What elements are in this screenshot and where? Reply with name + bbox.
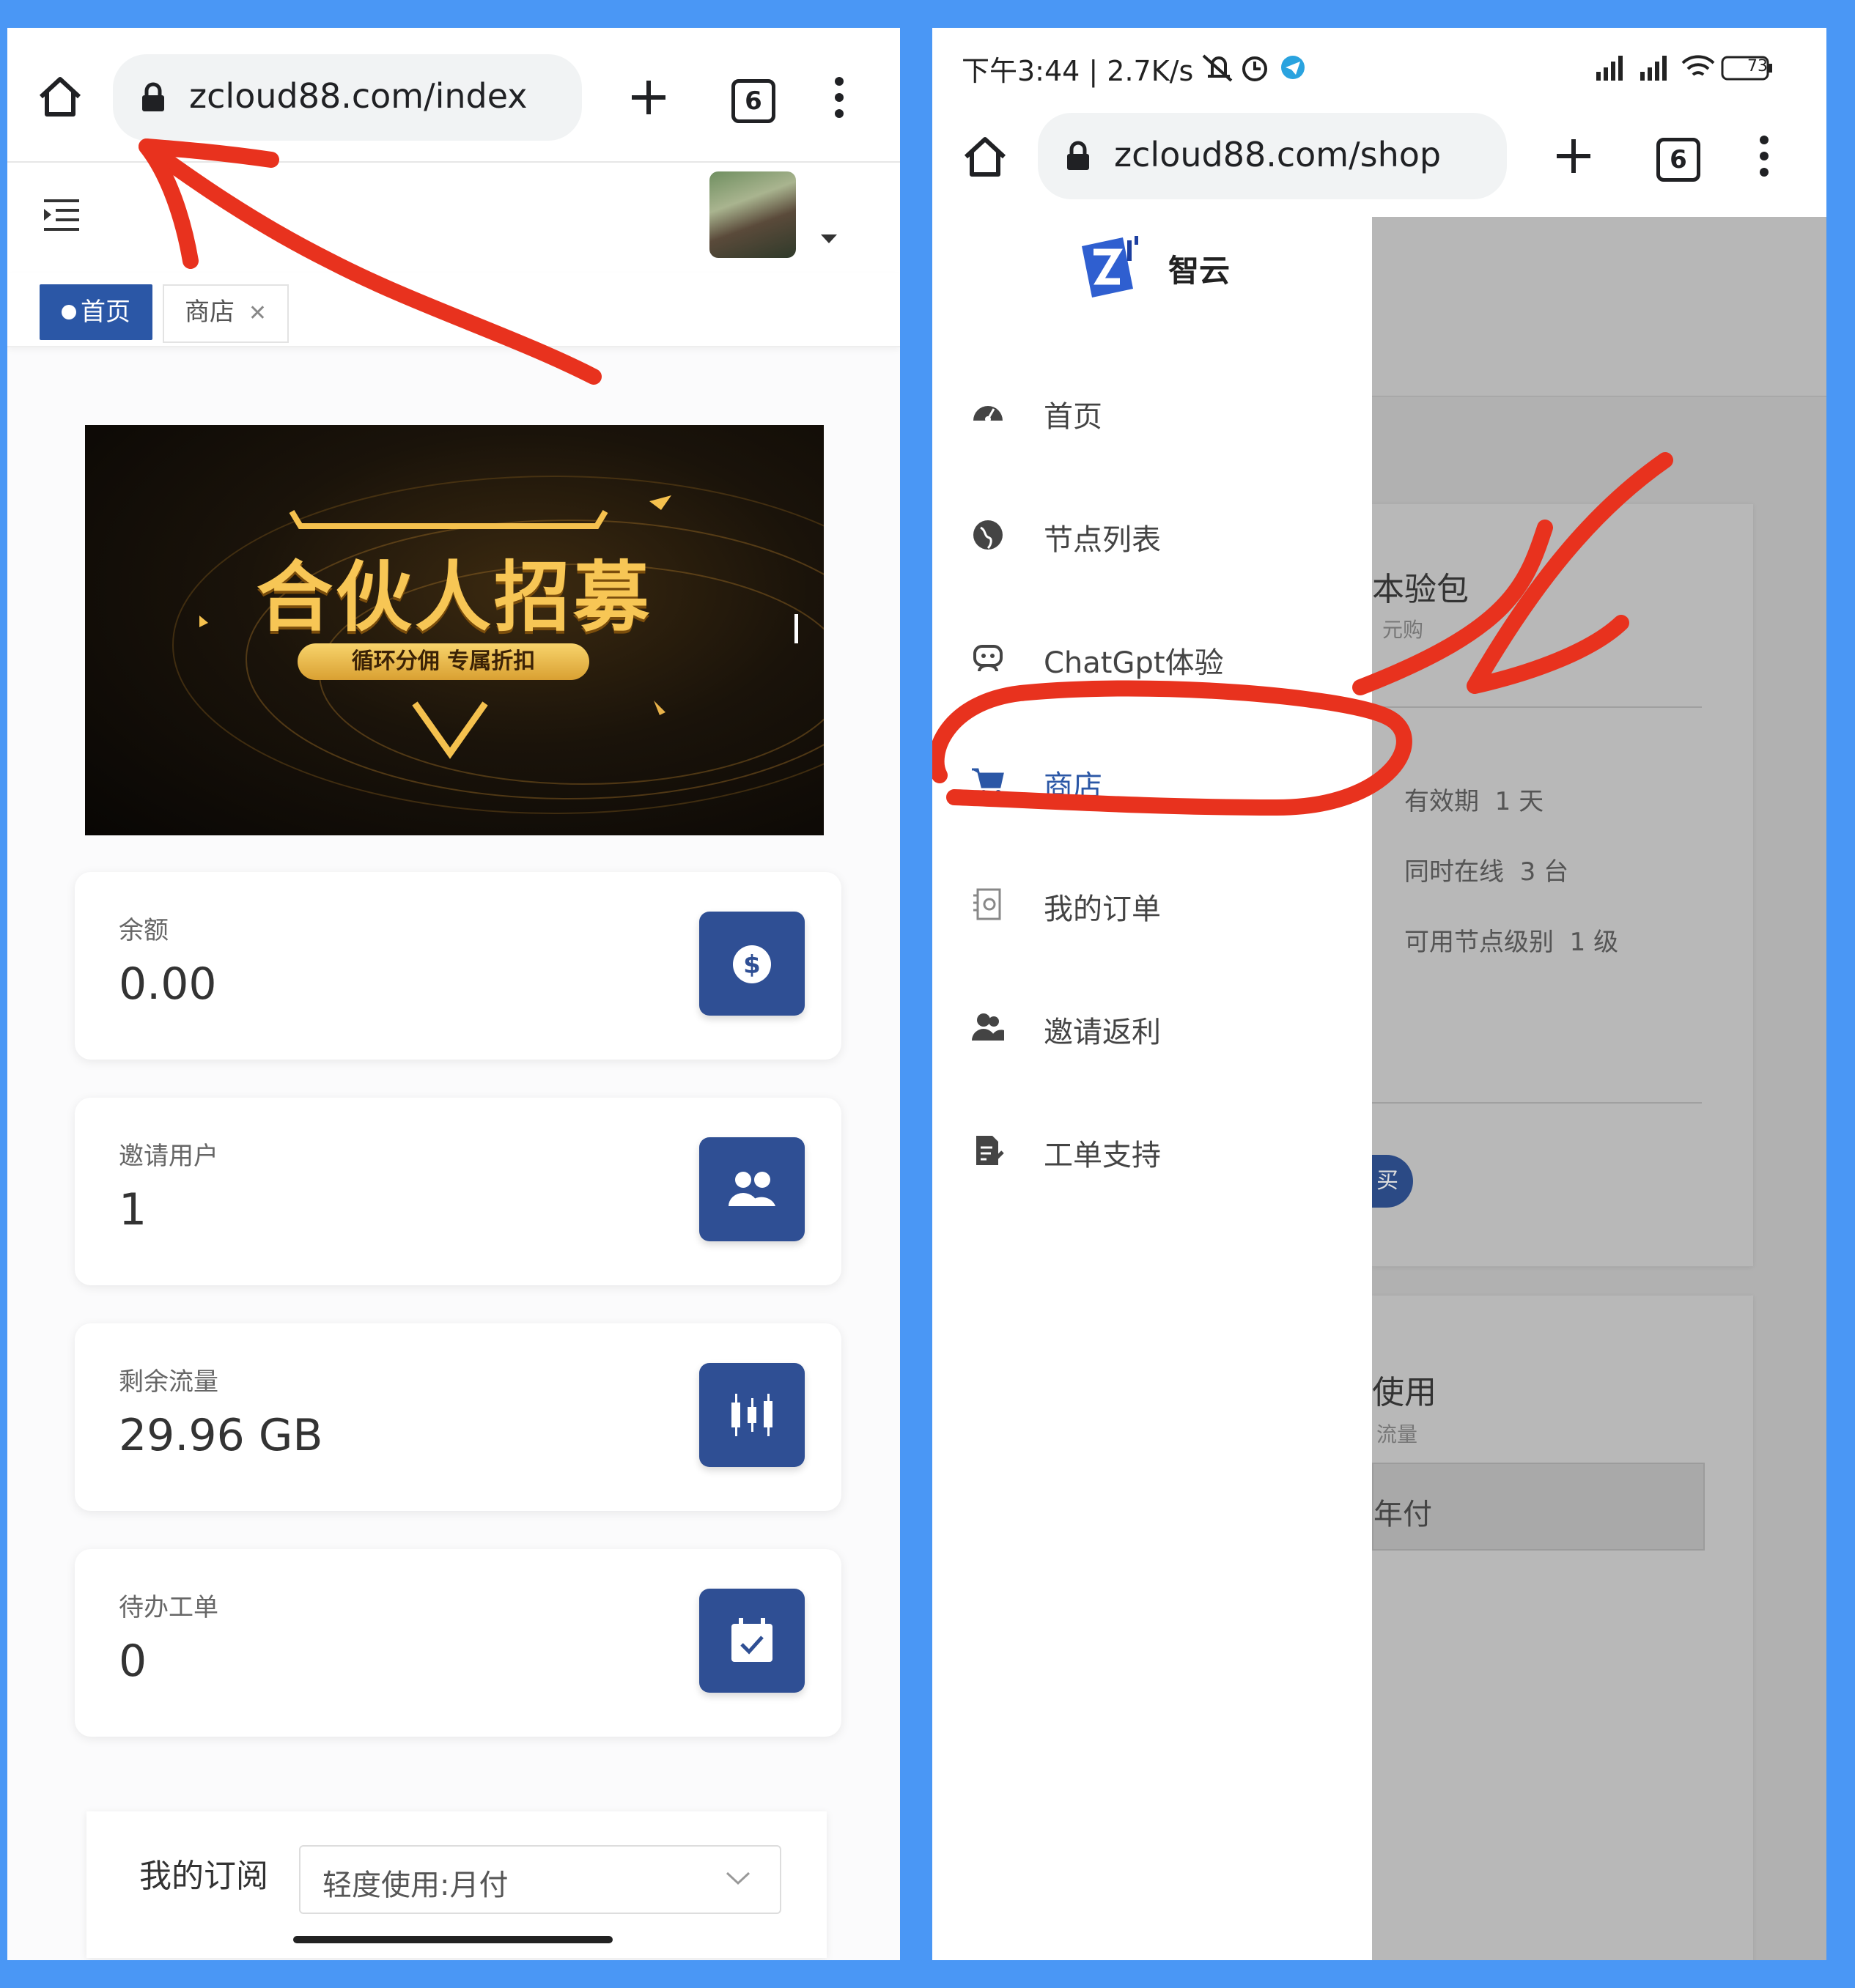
left-screenshot: zcloud88.com/index 6 首页 商店 ✕ 合伙人招募 循环分佣 …: [7, 28, 900, 1960]
annotation-arrow: [139, 138, 602, 385]
right-screenshot: 下午3:44 | 2.7K/s 73 zcloud88.com/shop 6 本…: [932, 28, 1826, 1960]
annotation-marks: [932, 452, 1673, 816]
